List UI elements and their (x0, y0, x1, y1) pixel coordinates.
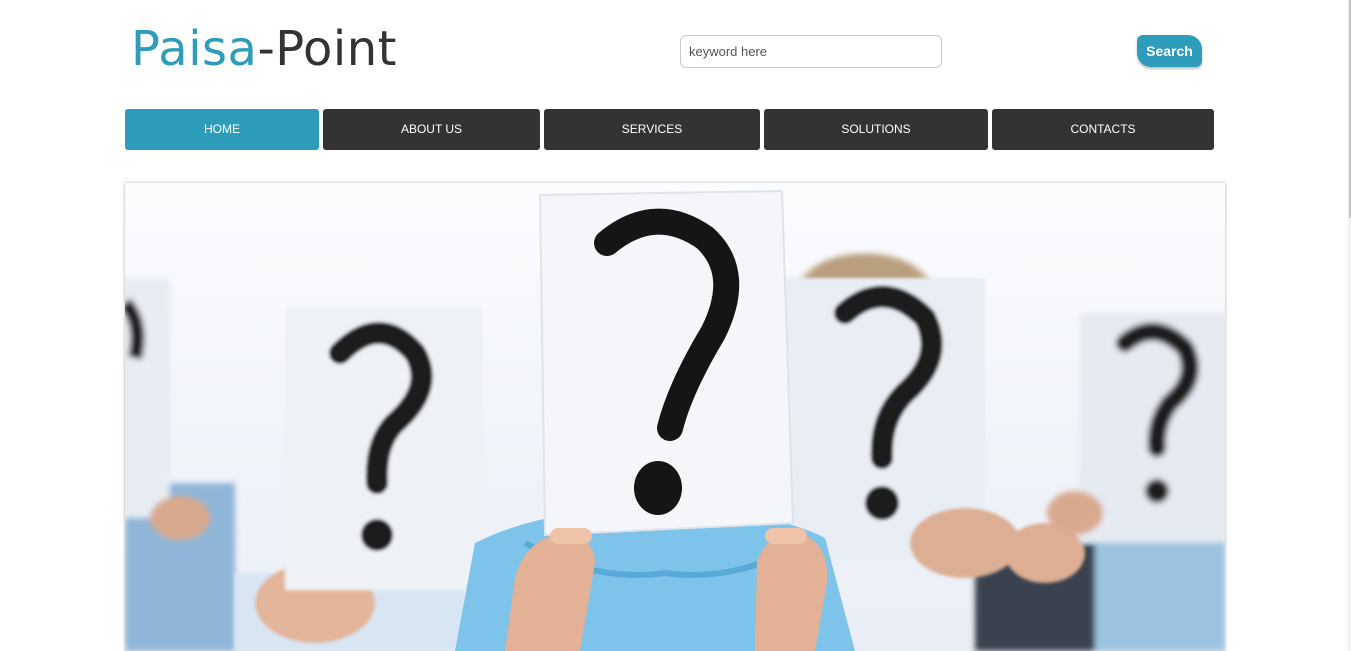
nav-item-home[interactable]: HOME (125, 109, 319, 150)
search-input[interactable] (680, 35, 942, 68)
nav-item-solutions[interactable]: SOLUTIONS (764, 109, 988, 150)
nav-item-services[interactable]: SERVICES (544, 109, 760, 150)
hero-banner-image (125, 183, 1225, 651)
logo-text-primary: Paisa (131, 21, 258, 77)
search-button[interactable]: Search (1137, 35, 1202, 67)
site-logo[interactable]: Paisa-Point (131, 20, 397, 78)
nav-item-contacts[interactable]: CONTACTS (992, 109, 1214, 150)
question-sign-center (538, 189, 795, 537)
logo-text-secondary: -Point (257, 21, 397, 77)
nav-item-about-us[interactable]: ABOUT US (323, 109, 540, 150)
hero-banner (125, 183, 1225, 651)
